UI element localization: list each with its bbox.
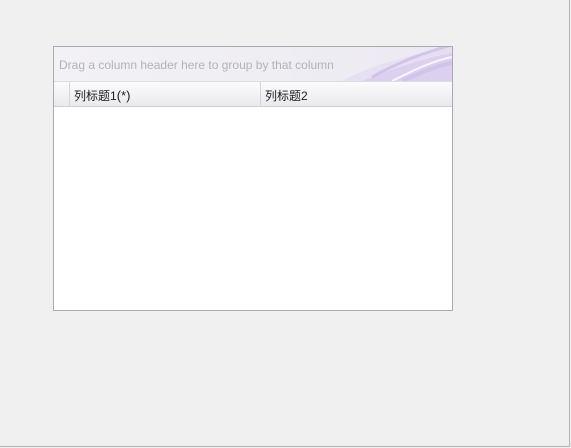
data-grid[interactable]: Drag a column header here to group by th… — [53, 46, 453, 311]
window-client-area: Drag a column header here to group by th… — [0, 0, 570, 447]
row-indicator-header[interactable] — [54, 82, 70, 106]
grid-data-area[interactable] — [54, 107, 452, 310]
group-panel-hint: Drag a column header here to group by th… — [59, 58, 334, 72]
column-header-1-label: 列标题1 — [74, 89, 117, 103]
column-header-row: 列标题1(*) 列标题2 — [54, 82, 452, 107]
column-header-2[interactable]: 列标题2 — [261, 82, 452, 106]
group-by-panel[interactable]: Drag a column header here to group by th… — [54, 47, 452, 82]
column-header-2-label: 列标题2 — [265, 89, 308, 103]
column-header-1[interactable]: 列标题1(*) — [70, 82, 261, 106]
required-mark: (*) — [116, 88, 131, 103]
